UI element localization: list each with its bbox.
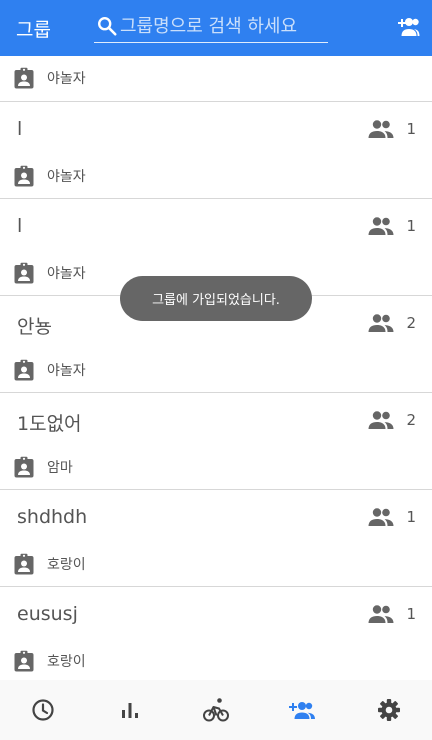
search-icon <box>98 17 117 36</box>
page-title: 그룹 <box>16 18 51 41</box>
group-member-count: 2 <box>368 410 416 430</box>
people-icon <box>368 411 394 429</box>
people-icon <box>368 508 394 526</box>
group-name: l <box>17 118 23 140</box>
group-list: 야놀자 l 1 야놀자 l 1 야놀자 안뇽 2 야놀자 1도없어 2 암마 s… <box>0 56 432 680</box>
tab-history[interactable] <box>0 680 86 740</box>
member-count-value: 1 <box>406 120 416 138</box>
owner-badge-icon <box>14 262 34 284</box>
group-name: 안뇽 <box>17 316 52 338</box>
people-icon <box>368 605 394 623</box>
owner-badge-icon <box>14 67 34 89</box>
group-owner-name: 야놀자 <box>47 169 86 185</box>
bottom-nav <box>0 680 432 740</box>
group-member-count: 1 <box>368 507 416 527</box>
tab-settings[interactable] <box>346 680 432 740</box>
group-owner-name: 야놀자 <box>47 71 86 87</box>
member-count-value: 2 <box>406 314 416 332</box>
group-owner: 호랑이 <box>14 650 86 672</box>
search-input[interactable] <box>120 15 325 37</box>
group-row[interactable]: l 1 야놀자 <box>0 102 432 199</box>
group-add-icon <box>289 702 316 719</box>
people-icon <box>368 314 394 332</box>
member-count-value: 2 <box>406 411 416 429</box>
group-member-count: 1 <box>368 216 416 236</box>
group-member-count: 1 <box>368 604 416 624</box>
group-member-count: 1 <box>368 119 416 139</box>
group-row[interactable]: 야놀자 <box>0 56 432 102</box>
group-owner-name: 야놀자 <box>47 363 86 379</box>
owner-badge-icon <box>14 165 34 187</box>
member-count-value: 1 <box>406 508 416 526</box>
group-row[interactable]: shdhdh 1 호랑이 <box>0 490 432 587</box>
group-owner: 야놀자 <box>14 67 86 89</box>
group-owner-name: 호랑이 <box>47 654 86 670</box>
group-owner-name: 호랑이 <box>47 557 86 573</box>
tab-group[interactable] <box>259 680 345 740</box>
history-clock-icon <box>32 699 54 721</box>
group-add-icon[interactable] <box>392 14 420 40</box>
owner-badge-icon <box>14 456 34 478</box>
people-icon <box>368 120 394 138</box>
group-owner: 야놀자 <box>14 262 86 284</box>
group-name: 1도없어 <box>17 413 82 435</box>
app-root: 그룹 그룹명으로 검색 하세요 야놀자 l 1 야놀자 l 1 야놀자 안뇽 2… <box>0 0 432 740</box>
member-count-value: 1 <box>406 605 416 623</box>
bar-chart-icon <box>121 703 138 718</box>
settings-gear-icon <box>377 699 400 721</box>
member-count-value: 1 <box>406 217 416 235</box>
people-icon <box>368 217 394 235</box>
group-owner: 호랑이 <box>14 553 86 575</box>
group-owner: 야놀자 <box>14 165 86 187</box>
group-name: eususj <box>17 603 78 625</box>
group-member-count: 2 <box>368 313 416 333</box>
group-owner-name: 암마 <box>47 460 73 476</box>
group-owner-name: 야놀자 <box>47 266 86 282</box>
group-owner: 야놀자 <box>14 359 86 381</box>
group-row[interactable]: eususj 1 호랑이 <box>0 587 432 680</box>
cycling-icon <box>203 698 230 722</box>
group-name: l <box>17 215 23 237</box>
tab-statistics[interactable] <box>86 680 172 740</box>
group-owner: 암마 <box>14 456 73 478</box>
group-row[interactable]: 1도없어 2 암마 <box>0 393 432 490</box>
tab-riding[interactable] <box>173 680 259 740</box>
toast-message: 그룹에 가입되었습니다. <box>120 276 312 321</box>
search-bar[interactable] <box>94 10 328 43</box>
app-bar: 그룹 <box>0 0 432 56</box>
group-name: shdhdh <box>17 506 88 528</box>
owner-badge-icon <box>14 650 34 672</box>
owner-badge-icon <box>14 359 34 381</box>
owner-badge-icon <box>14 553 34 575</box>
